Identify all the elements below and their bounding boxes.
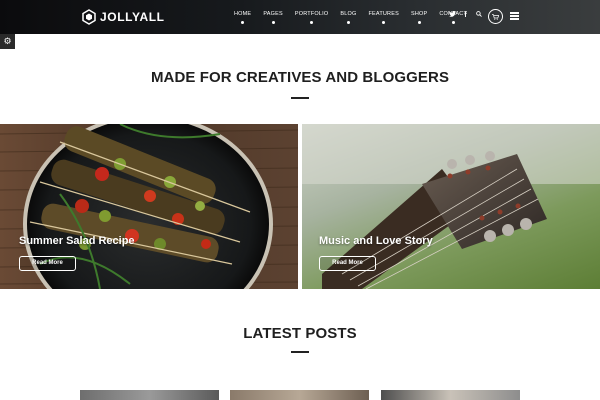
section-title-underline [291,351,309,353]
cart-icon [492,13,500,20]
section-title-creatives: MADE FOR CREATIVES AND BLOGGERS [150,69,450,86]
facebook-icon[interactable]: f [459,10,472,22]
nav-item-pages[interactable]: PAGES [257,10,289,24]
post-card-music-love[interactable]: Music and Love Story Read More [302,124,600,289]
nav-item-features[interactable]: FEATURES [362,10,405,24]
site-header: JOLLYALL HOME PAGES PORTFOLIO BLOG FEATU… [0,0,600,34]
hamburger-menu-icon[interactable] [510,12,519,20]
nav-item-home[interactable]: HOME [228,10,257,24]
social-icons: f [446,10,485,22]
section-title-underline [291,97,309,99]
twitter-icon[interactable] [446,10,459,22]
nav-item-shop[interactable]: SHOP [405,10,433,24]
nav-item-portfolio[interactable]: PORTFOLIO [289,10,334,24]
card-title-music-love[interactable]: Music and Love Story [319,235,433,247]
section-title-latest-posts: LATEST POSTS [243,325,357,342]
cart-button[interactable] [488,9,503,24]
card-title-summer-salad[interactable]: Summer Salad Recipe [19,235,135,247]
settings-gear-icon[interactable]: ⚙ [0,34,15,49]
search-icon[interactable] [472,10,485,22]
latest-post-thumbnail[interactable] [80,390,219,400]
post-card-summer-salad[interactable]: Summer Salad Recipe Read More [0,124,298,289]
logo-hexagon-icon [82,9,96,25]
nav-item-blog[interactable]: BLOG [334,10,362,24]
latest-post-thumbnail[interactable] [230,390,369,400]
main-nav: HOME PAGES PORTFOLIO BLOG FEATURES SHOP … [228,10,473,24]
read-more-button[interactable]: Read More [319,256,376,271]
read-more-button[interactable]: Read More [19,256,76,271]
site-logo[interactable]: JOLLYALL [82,8,165,26]
latest-post-thumbnail[interactable] [381,390,520,400]
brand-name: JOLLYALL [100,10,165,24]
